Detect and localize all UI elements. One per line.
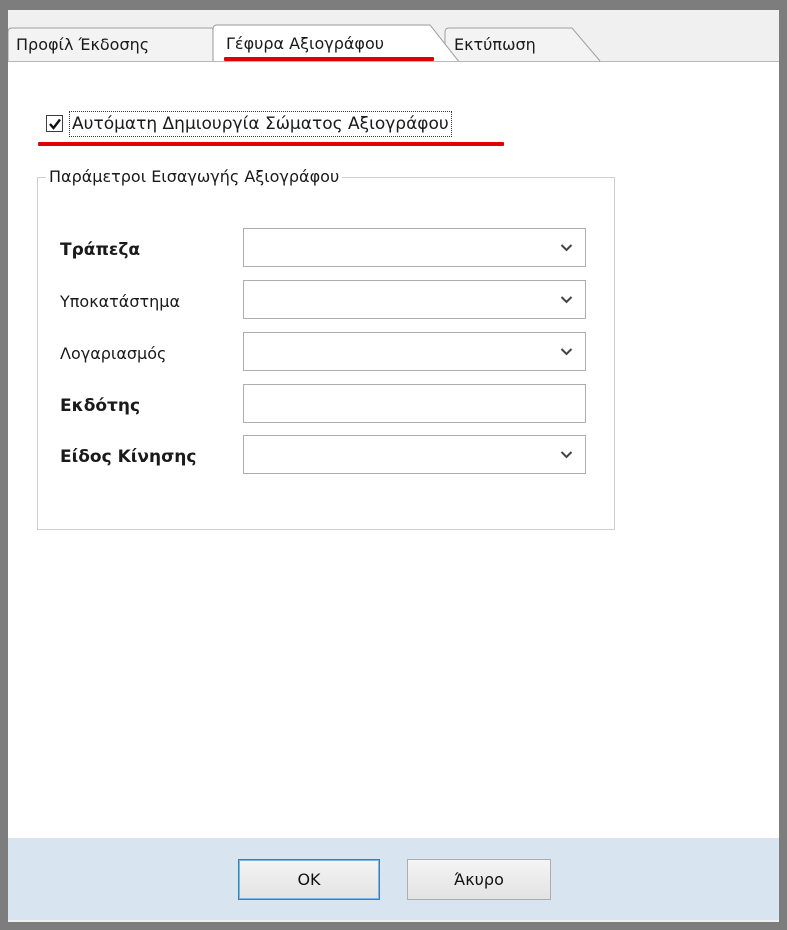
movement-type-combobox[interactable] bbox=[243, 435, 586, 474]
issuer-label: Εκδότης bbox=[60, 396, 141, 416]
bank-combobox[interactable] bbox=[243, 228, 586, 267]
bank-label: Τράπεζα bbox=[60, 240, 141, 260]
ok-button[interactable]: OK bbox=[238, 859, 380, 900]
branch-label: Υποκατάστημα bbox=[60, 292, 180, 311]
tab-strip: Προφίλ Έκδοσης Γέφυρα Αξιογράφου Εκτύπωσ… bbox=[8, 10, 779, 62]
chevron-down-icon bbox=[560, 451, 573, 459]
cancel-button[interactable]: Άκυρο bbox=[407, 859, 551, 900]
tab-printing[interactable]: Εκτύπωση bbox=[454, 35, 536, 55]
chevron-down-icon bbox=[560, 348, 573, 356]
branch-combobox[interactable] bbox=[243, 280, 586, 319]
chevron-down-icon bbox=[560, 244, 573, 252]
movement-type-label: Είδος Κίνησης bbox=[60, 447, 197, 467]
auto-create-label[interactable]: Αυτόματη Δημιουργία Σώματος Αξιογράφου bbox=[69, 111, 452, 137]
highlight-underline-checkbox bbox=[38, 142, 504, 146]
checkmark-icon bbox=[49, 118, 61, 130]
tab-publication-profile[interactable]: Προφίλ Έκδοσης bbox=[16, 35, 149, 55]
tab-panel: Αυτόματη Δημιουργία Σώματος Αξιογράφου Π… bbox=[8, 61, 779, 839]
account-combobox[interactable] bbox=[243, 332, 586, 371]
button-bar: OK Άκυρο bbox=[8, 838, 779, 920]
auto-create-checkbox[interactable] bbox=[46, 115, 63, 132]
chevron-down-icon bbox=[560, 296, 573, 304]
dialog-window: Προφίλ Έκδοσης Γέφυρα Αξιογράφου Εκτύπωσ… bbox=[0, 0, 787, 930]
tab-check-bridge[interactable]: Γέφυρα Αξιογράφου bbox=[226, 34, 384, 54]
account-label: Λογαριασμός bbox=[60, 344, 167, 363]
group-title: Παράμετροι Εισαγωγής Αξιογράφου bbox=[46, 166, 343, 188]
issuer-input[interactable] bbox=[243, 384, 586, 423]
